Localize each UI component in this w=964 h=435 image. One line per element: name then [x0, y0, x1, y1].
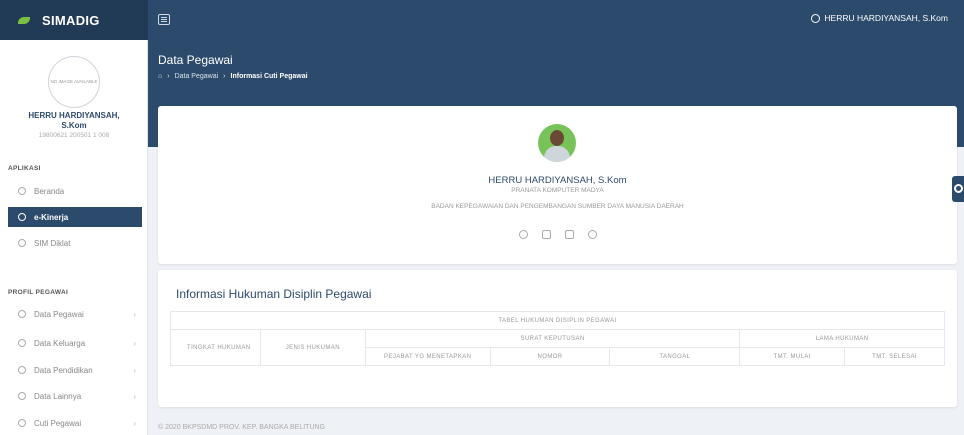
col-tingkat-hukuman: TINGKAT HUKUMAN — [170, 329, 261, 366]
phone-icon[interactable] — [564, 230, 574, 239]
discipline-card: Informasi Hukuman Disiplin Pegawai TABEL… — [158, 270, 957, 407]
col-tanggal: TANGGAL — [609, 347, 741, 366]
home-icon[interactable]: ⌂ — [158, 73, 162, 80]
sidebar-item-label: Data Lainnya — [34, 391, 82, 401]
sidebar-item-label: Data Pegawai — [34, 309, 84, 319]
education-icon — [18, 366, 26, 374]
col-nomor: NOMOR — [489, 347, 611, 366]
sidebar-item-label: Data Keluarga — [34, 338, 86, 348]
brand[interactable]: SIMADIG — [0, 0, 148, 40]
profile-organization: BADAN KEPEGAWAIAN DAN PENGEMBANGAN SUMBE… — [431, 203, 684, 210]
sidebar-item-label: e-Kinerja — [34, 212, 69, 222]
menu-toggle-icon[interactable] — [158, 14, 170, 25]
leaf-icon — [18, 16, 30, 24]
app-name: SIMADIG — [42, 12, 100, 28]
sidebar-item-data-keluarga[interactable]: Data Keluarga › — [8, 333, 142, 353]
sidebar-item-data-pendidikan[interactable]: Data Pendidikan › — [8, 360, 142, 380]
profile-actions — [158, 230, 957, 239]
settings-toggle[interactable] — [952, 176, 964, 202]
chevron-right-icon: › — [133, 418, 136, 428]
col-tmt-mulai: TMT. MULAI — [739, 347, 846, 366]
table-caption: TABEL HUKUMAN DISIPLIN PEGAWAI — [170, 311, 945, 330]
chevron-right-icon: › — [133, 391, 136, 401]
calendar-icon[interactable] — [541, 230, 551, 239]
sidebar-user-name[interactable]: HERRU HARDIYANSAH, S.Kom — [0, 111, 148, 131]
sidebar-item-cuti-pegawai[interactable]: Cuti Pegawai › — [8, 413, 142, 433]
user-icon — [811, 13, 821, 23]
avatar-placeholder: NO IMAGE AVAILABLE — [48, 56, 100, 108]
col-surat-keputusan: SURAT KEPUTUSAN — [364, 329, 741, 348]
profile-position: PRANATA KOMPUTER MADYA — [511, 187, 604, 194]
sidebar-item-data-lainnya[interactable]: Data Lainnya › — [8, 386, 142, 406]
sidebar-item-beranda[interactable]: Beranda — [8, 181, 142, 201]
family-icon — [18, 339, 26, 347]
discipline-title: Informasi Hukuman Disiplin Pegawai — [176, 287, 372, 301]
user-menu[interactable]: HERRU HARDIYANSAH, S.Kom — [811, 13, 948, 23]
user-menu-name: HERRU HARDIYANSAH, S.Kom — [824, 13, 948, 23]
sidebar: NO IMAGE AVAILABLE HERRU HARDIYANSAH, S.… — [0, 40, 148, 435]
col-lama-hukuman: LAMA HUKUMAN — [739, 329, 945, 348]
home-icon — [18, 187, 26, 195]
footer: © 2020 BKPSDMD PROV. KEP. BANGKA BELITUN… — [158, 424, 326, 431]
breadcrumb: ⌂ › Data Pegawai › Informasi Cuti Pegawa… — [158, 73, 308, 80]
location-icon[interactable] — [518, 230, 528, 239]
sidebar-item-label: SIM Diklat — [34, 238, 71, 248]
section-profil-pegawai: PROFIL PEGAWAI — [8, 289, 69, 296]
profile-name: HERRU HARDIYANSAH, S.Kom — [488, 175, 627, 186]
discipline-table: TABEL HUKUMAN DISIPLIN PEGAWAI TINGKAT H… — [170, 311, 945, 366]
sidebar-user-name-line2: S.Kom — [61, 121, 87, 130]
page-title: Data Pegawai — [158, 53, 233, 67]
chevron-right-icon: › — [167, 73, 170, 80]
breadcrumb-current: Informasi Cuti Pegawai — [230, 73, 308, 80]
avatar-body — [544, 146, 570, 162]
breadcrumb-data-pegawai[interactable]: Data Pegawai — [175, 73, 219, 80]
sidebar-item-sim-diklat[interactable]: SIM Diklat — [8, 233, 142, 253]
sidebar-item-data-pegawai[interactable]: Data Pegawai › — [8, 304, 142, 324]
chevron-right-icon: › — [133, 365, 136, 375]
sidebar-item-label: Cuti Pegawai — [34, 418, 82, 428]
col-tmt-selesai: TMT. SELESAI — [844, 347, 945, 366]
chevron-right-icon: › — [223, 73, 226, 80]
user-icon — [18, 310, 26, 318]
col-jenis-hukuman: JENIS HUKUMAN — [259, 329, 366, 366]
chevron-right-icon: › — [133, 309, 136, 319]
sidebar-item-label: Data Pendidikan — [34, 365, 93, 375]
leave-icon — [18, 419, 26, 427]
avatar-head — [550, 130, 564, 146]
sidebar-item-label: Beranda — [34, 186, 65, 196]
chevron-right-icon: › — [133, 338, 136, 348]
book-icon — [18, 239, 26, 247]
sidebar-item-e-kinerja[interactable]: e-Kinerja — [8, 207, 142, 227]
gear-icon — [954, 184, 963, 193]
sidebar-user-nip: 19800621 200501 1 008 — [38, 132, 110, 139]
avatar — [538, 124, 576, 162]
more-icon — [18, 392, 26, 400]
sidebar-user-name-line1: HERRU HARDIYANSAH, — [28, 111, 120, 120]
target-icon — [18, 213, 26, 221]
section-aplikasi: APLIKASI — [8, 165, 41, 172]
col-pejabat: PEJABAT YG MENETAPKAN — [364, 347, 491, 366]
profile-card: HERRU HARDIYANSAH, S.Kom PRANATA KOMPUTE… — [158, 106, 957, 264]
mail-icon[interactable] — [587, 230, 597, 239]
